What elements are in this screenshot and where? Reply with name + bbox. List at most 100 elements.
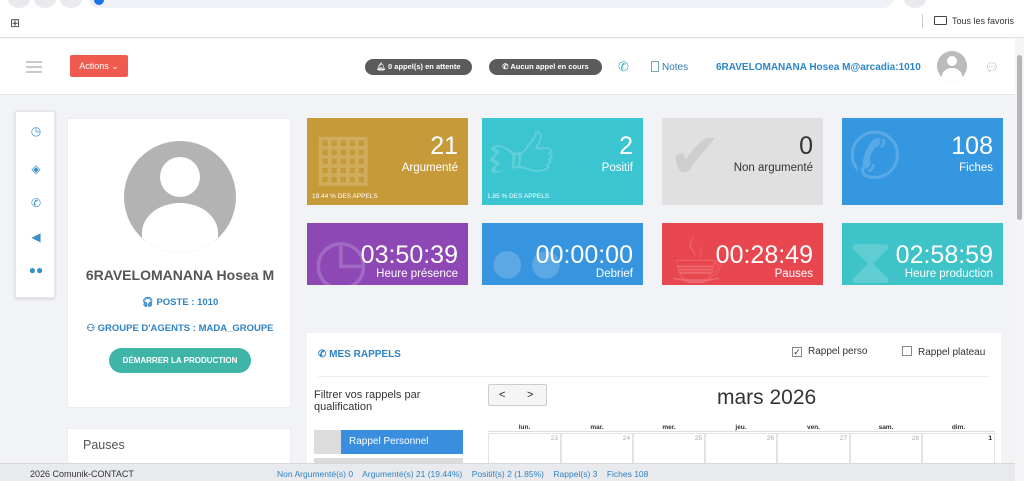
- actions-button[interactable]: Actions ⌄: [70, 55, 128, 77]
- rappel-perso-label: Rappel perso: [808, 346, 868, 357]
- notes-label: Notes: [662, 62, 689, 73]
- call-transfer-icon[interactable]: ✆: [16, 196, 56, 210]
- time-label: Debrief: [595, 268, 633, 280]
- time-tile-production[interactable]: ⧗ 02:58:59 Heure production: [842, 223, 1003, 285]
- rappel-plateau-label: Rappel plateau: [918, 347, 986, 358]
- browser-toolbar: ⊞ Tous les favoris: [0, 0, 1024, 38]
- notes-button[interactable]: Notes: [651, 61, 688, 73]
- notes-icon: [651, 61, 659, 72]
- user-icon: ⚇: [86, 323, 98, 334]
- scrollbar-thumb[interactable]: [1017, 55, 1022, 220]
- thumbs-up-icon: 👍︎: [488, 120, 555, 192]
- stat-tile-fiches[interactable]: ✆ 108 Fiches: [842, 118, 1003, 205]
- profile-button[interactable]: [904, 0, 926, 8]
- stat-label: Argumenté: [401, 162, 458, 174]
- chat-icon[interactable]: 💬︎: [985, 61, 999, 74]
- dial-phone-icon[interactable]: ✆: [618, 59, 629, 75]
- time-value: 00:00:00: [535, 241, 633, 269]
- user-avatar[interactable]: [937, 51, 967, 81]
- pending-calls-badge[interactable]: 🔔︎ 0 appel(s) en attente: [365, 59, 472, 75]
- user-identity[interactable]: 6RAVELOMANANA Hosea M@arcadia:1010: [716, 62, 921, 73]
- all-bookmarks-button[interactable]: Tous les favoris: [934, 16, 1014, 26]
- stat-label: Non argumenté: [733, 162, 813, 174]
- filter-label: Filtrer vos rappels par qualification: [314, 389, 421, 413]
- address-bar[interactable]: [88, 0, 894, 8]
- reload-button[interactable]: [60, 0, 82, 8]
- weekday-header: dim.: [922, 424, 995, 432]
- bell-icon: 🔔︎: [376, 62, 389, 71]
- rappel-personnel-label: Rappel Personnel: [341, 430, 463, 454]
- menu-toggle-icon[interactable]: [26, 61, 42, 73]
- weekday-header: mar.: [561, 424, 633, 432]
- check-circle-icon: ✔: [668, 120, 722, 192]
- time-value: 00:28:49: [715, 241, 813, 269]
- rappels-panel: ✆ MES RAPPELS ✓ Rappel perso Rappel plate…: [307, 333, 1001, 481]
- time-tile-debrief[interactable]: ●● 00:00:00 Debrief: [482, 223, 643, 285]
- current-call-label: Aucun appel en cours: [510, 62, 589, 71]
- stat-sub: 19.44 % DES APPELS: [312, 193, 378, 200]
- site-info-icon[interactable]: [94, 0, 104, 5]
- footer-argumente: Argumenté(s) 21 (19.44%): [362, 469, 463, 479]
- current-call-badge[interactable]: ✆ Aucun appel en cours: [489, 59, 602, 75]
- weekday-header: jeu.: [705, 424, 777, 432]
- time-tile-pauses[interactable]: ☕︎ 00:28:49 Pauses: [662, 223, 823, 285]
- poste-label: POSTE : 1010: [156, 297, 219, 308]
- stat-value: 21: [430, 132, 458, 160]
- bookmarks-separator: [922, 14, 923, 28]
- rappels-title: ✆ MES RAPPELS: [318, 349, 401, 360]
- stat-value: 108: [951, 132, 993, 160]
- time-tile-presence[interactable]: ◷ 03:50:39 Heure présence: [307, 223, 468, 285]
- time-label: Heure production: [904, 268, 993, 280]
- rappel-personnel-item[interactable]: Rappel Personnel: [314, 430, 463, 454]
- pauses-title: Pauses: [83, 438, 125, 452]
- status-footer: 2026 Comunik-CONTACT Non Argumenté(s) 0 …: [0, 463, 1015, 481]
- time-label: Heure présence: [376, 268, 458, 280]
- time-label: Pauses: [774, 268, 813, 280]
- divider: [318, 376, 990, 377]
- back-button[interactable]: [8, 0, 30, 8]
- weekday-header: mer.: [633, 424, 705, 432]
- weekday-header: lun.: [488, 424, 561, 432]
- calendar-next-button[interactable]: >: [527, 389, 533, 401]
- time-value: 03:50:39: [360, 241, 458, 269]
- checkbox-checked-icon[interactable]: ✓: [792, 347, 802, 357]
- calendar-nav: < >: [488, 384, 547, 406]
- stat-label: Positif: [601, 162, 633, 174]
- stat-value: 0: [799, 132, 813, 160]
- app-header: Actions ⌄ 🔔︎ 0 appel(s) en attente ✆ Auc…: [0, 39, 1015, 95]
- history-clock-icon[interactable]: ◷: [16, 124, 56, 138]
- folder-icon: [934, 16, 947, 25]
- users-group-icon[interactable]: ●●: [16, 263, 56, 277]
- stat-value: 2: [619, 132, 633, 160]
- layers-icon[interactable]: ◈: [16, 162, 56, 176]
- headset-icon: 🎧︎: [141, 297, 157, 308]
- phone-icon: ✆: [318, 349, 330, 360]
- calendar-check-icon: ▦: [313, 120, 374, 192]
- pauses-panel: Pauses: [67, 428, 291, 468]
- side-toolbar: ◷ ◈ ✆ ◀︎ ●●: [15, 111, 55, 298]
- start-production-button[interactable]: DÉMARRER LA PRODUCTION: [109, 348, 251, 373]
- volume-icon[interactable]: ◀︎: [16, 230, 56, 244]
- rappel-perso-checkbox[interactable]: ✓ Rappel perso: [792, 346, 867, 357]
- weekday-header: ven.: [777, 424, 850, 432]
- rappel-plateau-checkbox[interactable]: Rappel plateau: [902, 346, 985, 358]
- time-value: 02:58:59: [895, 241, 993, 269]
- stat-tile-argumente[interactable]: ▦ 21 Argumenté 19.44 % DES APPELS: [307, 118, 468, 205]
- calendar-prev-button[interactable]: <: [499, 389, 505, 401]
- apps-grid-icon[interactable]: ⊞: [10, 16, 20, 30]
- group-label: GROUPE D'AGENTS : MADA_GROUPE: [97, 323, 274, 334]
- pending-calls-label: 0 appel(s) en attente: [388, 62, 461, 71]
- footer-positif: Positif(s) 2 (1.85%): [471, 469, 544, 479]
- profile-card: 6RAVELOMANANA Hosea M 🎧︎ POSTE : 1010 ⚇ …: [67, 118, 291, 408]
- calendar-month: mars 2026: [717, 386, 817, 409]
- stat-tile-non-argumente[interactable]: ✔ 0 Non argumenté: [662, 118, 823, 205]
- copyright: 2026 Comunik-CONTACT: [30, 469, 134, 479]
- weekday-header: sam.: [850, 424, 922, 432]
- forward-button[interactable]: [34, 0, 56, 8]
- agent-poste: 🎧︎ POSTE : 1010: [68, 297, 292, 308]
- stat-tile-positif[interactable]: 👍︎ 2 Positif 1.85 % DES APPELS: [482, 118, 643, 205]
- page-scrollbar[interactable]: [1015, 39, 1024, 481]
- agent-group: ⚇ GROUPE D'AGENTS : MADA_GROUPE: [68, 323, 292, 334]
- footer-non-argumente: Non Argumenté(s) 0: [277, 469, 354, 479]
- checkbox-empty-icon[interactable]: [902, 346, 912, 356]
